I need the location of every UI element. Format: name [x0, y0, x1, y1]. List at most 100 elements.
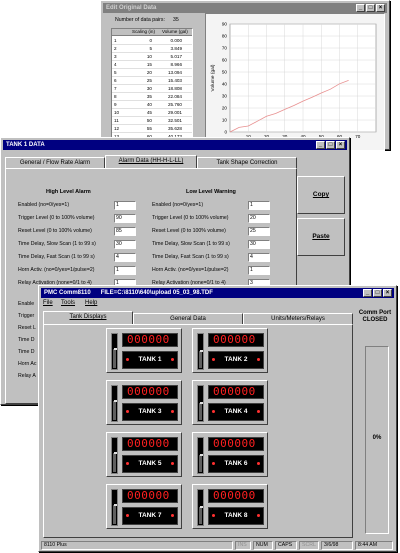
- tab-tank-shape[interactable]: Tank Shape Correction: [197, 157, 297, 168]
- scaling-cell: 45: [146, 110, 152, 115]
- tank-level-gauge: [111, 437, 118, 474]
- table-row[interactable]: 8 35 22.084: [112, 93, 192, 101]
- alarm-led-icon: [171, 358, 174, 361]
- col-volume-header[interactable]: Volume (gal): [162, 29, 188, 34]
- volume-cell: 3.849: [170, 46, 183, 51]
- edit-data-title: Edit Original Data: [106, 5, 157, 11]
- table-row[interactable]: 1 0 0.000: [112, 37, 192, 45]
- table-row[interactable]: 9 40 25.760: [112, 101, 192, 109]
- tab-tank-displays-label: Tank Displays: [69, 314, 107, 320]
- volume-cell: 35.628: [167, 126, 182, 131]
- points-value: 35: [173, 17, 179, 23]
- volume-cell: 0.000: [170, 38, 183, 43]
- field-input[interactable]: 4: [248, 253, 270, 262]
- table-row[interactable]: 4 15 8.966: [112, 61, 192, 69]
- tank-level-indicator: [200, 401, 203, 404]
- table-row[interactable]: 10 45 29.001: [112, 109, 192, 117]
- close-button[interactable]: ×: [336, 141, 345, 149]
- tank-displays-panel: 000000 TANK 1 000000 TANK 2 000000 TANK …: [43, 324, 353, 538]
- tank-name-plate: TANK 5: [122, 455, 178, 473]
- y-tick-label: 80: [222, 34, 228, 39]
- maximize-button[interactable]: □: [326, 141, 335, 149]
- col-scaling-header[interactable]: Scaling (in): [132, 29, 155, 34]
- tank-name-plate: TANK 7: [122, 507, 178, 525]
- status-bar: 8110 Plus INS NUM CAPS SCRL 3/6/98 8:44 …: [41, 539, 395, 551]
- tank-display[interactable]: 000000 TANK 2: [192, 328, 268, 373]
- field-input[interactable]: 90: [114, 214, 136, 223]
- y-tick-label: 20: [222, 106, 228, 111]
- tank-readout-value: 000000: [127, 385, 170, 398]
- minimize-button[interactable]: _: [316, 141, 325, 149]
- status-ins: INS: [235, 541, 251, 550]
- table-row[interactable]: 12 55 35.628: [112, 125, 192, 133]
- field-label: Horn Activ. (no=0/yes=1/pulse=2): [152, 267, 229, 273]
- field-input[interactable]: 4: [114, 253, 136, 262]
- edit-data-titlebar[interactable]: Edit Original Data _ □ ×: [103, 3, 387, 13]
- tab-tank-displays[interactable]: Tank Displays: [43, 311, 133, 324]
- tank-readout-value: 000000: [213, 333, 256, 346]
- minimize-button[interactable]: _: [363, 289, 372, 297]
- field-input[interactable]: 1: [248, 266, 270, 275]
- tab-general-flow-rate[interactable]: General / Flow Rate Alarm: [5, 157, 105, 168]
- field-input[interactable]: 1: [114, 201, 136, 210]
- field-input[interactable]: 20: [248, 214, 270, 223]
- tank-name: TANK 2: [224, 356, 248, 363]
- minimize-button[interactable]: _: [356, 4, 365, 12]
- menu-file[interactable]: File: [43, 299, 53, 308]
- volume-cell: 29.001: [167, 110, 182, 115]
- tab-units-meters-relays[interactable]: Units/Meters/Relays: [243, 313, 353, 324]
- volume-cell: 25.760: [167, 102, 182, 107]
- alarm-led-icon: [126, 358, 129, 361]
- row-number: 4: [114, 62, 117, 67]
- field-input[interactable]: 30: [114, 240, 136, 249]
- scaling-cell: 55: [146, 126, 152, 131]
- tank-level-gauge: [111, 333, 118, 370]
- main-titlebar[interactable]: PMC Comm8110 FILE=C:\8110\640\upload 05_…: [41, 288, 394, 298]
- paste-button[interactable]: Paste: [297, 218, 345, 256]
- tank-readout-value: 000000: [213, 489, 256, 502]
- tank-display[interactable]: 000000 TANK 3: [106, 380, 182, 425]
- tab-alarm-data[interactable]: Alarm Data (HH-H-L-LL): [105, 155, 197, 168]
- data-grid[interactable]: Scaling (in) Volume (gal) 1 0 0.000 2 5 3.849…: [111, 28, 193, 151]
- copy-button[interactable]: Copy: [297, 176, 345, 214]
- menu-tools[interactable]: Tools: [61, 299, 75, 308]
- scaling-cell: 35: [146, 94, 152, 99]
- table-row[interactable]: 7 30 18.808: [112, 85, 192, 93]
- table-row[interactable]: 6 25 15.403: [112, 77, 192, 85]
- maximize-button[interactable]: □: [366, 4, 375, 12]
- tank-name-plate: TANK 2: [208, 351, 264, 369]
- close-button[interactable]: ×: [383, 289, 392, 297]
- table-row[interactable]: 11 50 32.501: [112, 117, 192, 125]
- tank-display[interactable]: 000000 TANK 6: [192, 432, 268, 477]
- table-row[interactable]: 3 10 5.017: [112, 53, 192, 61]
- field-input[interactable]: 1: [114, 266, 136, 275]
- field-label: Time Delay, Slow Scan (1 to 99 s): [152, 241, 230, 247]
- maximize-button[interactable]: □: [373, 289, 382, 297]
- tank-digital-readout: 000000: [122, 385, 178, 399]
- status-num: NUM: [253, 541, 273, 550]
- field-input[interactable]: 85: [114, 227, 136, 236]
- tank-level-gauge: [197, 333, 204, 370]
- status-scrl: SCRL: [299, 541, 319, 550]
- volume-cell: 18.808: [167, 86, 182, 91]
- tank-level-fill: [199, 454, 202, 472]
- tank-digital-readout: 000000: [122, 489, 178, 503]
- tank-display[interactable]: 000000 TANK 8: [192, 484, 268, 529]
- tank-display[interactable]: 000000 TANK 4: [192, 380, 268, 425]
- close-button[interactable]: ×: [376, 4, 385, 12]
- tank-display[interactable]: 000000 TANK 1: [106, 328, 182, 373]
- alarm-led-icon: [126, 514, 129, 517]
- table-row[interactable]: 2 5 3.849: [112, 45, 192, 53]
- tank-display[interactable]: 000000 TANK 7: [106, 484, 182, 529]
- field-input[interactable]: 1: [248, 201, 270, 210]
- tank-digital-readout: 000000: [122, 333, 178, 347]
- row-number: 5: [114, 70, 117, 75]
- menu-help[interactable]: Help: [85, 299, 97, 308]
- tab-general-data[interactable]: General Data: [133, 313, 243, 324]
- tank-display[interactable]: 000000 TANK 5: [106, 432, 182, 477]
- table-row[interactable]: 5 20 13.094: [112, 69, 192, 77]
- alarm-led-icon: [212, 462, 215, 465]
- field-input[interactable]: 25: [248, 227, 270, 236]
- field-input[interactable]: 30: [248, 240, 270, 249]
- tank-data-titlebar[interactable]: TANK 1 DATA _ □ ×: [3, 140, 347, 150]
